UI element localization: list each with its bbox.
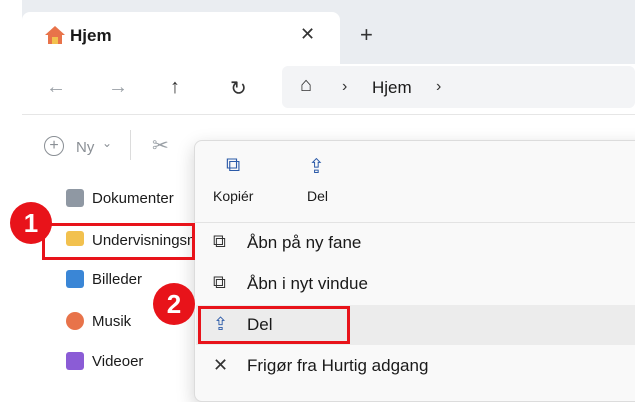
- pictures-icon: [66, 270, 84, 288]
- menu-item-label: Frigør fra Hurtig adgang: [247, 356, 429, 375]
- new-plus-icon[interactable]: +: [44, 136, 64, 156]
- sidebar-item-label: Dokumenter: [92, 190, 174, 207]
- menu-item-label: Åbn på ny fane: [247, 233, 362, 252]
- toolbar-divider: [130, 130, 131, 160]
- new-button-label[interactable]: Ny: [76, 139, 94, 156]
- copy-icon: ⧉: [226, 154, 241, 176]
- breadcrumb-chevron-icon[interactable]: ›: [436, 78, 441, 96]
- new-tab-button[interactable]: +: [360, 24, 373, 46]
- forward-icon[interactable]: →: [108, 76, 128, 99]
- breadcrumb-chevron-icon: ›: [342, 78, 348, 95]
- highlight-box-step-1: [42, 223, 195, 260]
- chevron-down-icon[interactable]: ⌄: [102, 136, 112, 150]
- tab-label: Hjem: [70, 26, 112, 45]
- address-bar[interactable]: [282, 66, 635, 108]
- window-left-edge: [0, 0, 22, 380]
- home-nav-icon[interactable]: ⌂: [300, 74, 312, 97]
- up-icon[interactable]: ↑: [170, 76, 180, 99]
- sidebar-item-label: Billeder: [92, 271, 143, 288]
- menu-item-label: Åbn i nyt vindue: [247, 274, 368, 293]
- videos-icon: [66, 352, 84, 370]
- step-1-badge: 1: [10, 202, 52, 244]
- refresh-icon[interactable]: ↻: [230, 76, 247, 101]
- sidebar-item-label: Musik: [92, 313, 132, 330]
- music-icon: [66, 312, 84, 330]
- back-icon[interactable]: ←: [46, 76, 66, 99]
- cut-icon[interactable]: ✂: [152, 133, 169, 158]
- highlight-box-step-2: [198, 306, 350, 344]
- open-new-window-icon: ⧉: [213, 272, 226, 292]
- breadcrumb-hjem[interactable]: Hjem: [372, 78, 412, 98]
- document-icon: [66, 189, 84, 207]
- step-2-badge: 2: [153, 283, 195, 325]
- copy-label: Kopiér: [213, 188, 254, 204]
- share-icon: ⇪: [308, 156, 325, 178]
- share-label: Del: [307, 188, 329, 204]
- sidebar-item-label: Videoer: [92, 353, 144, 370]
- home-icon: [44, 24, 66, 46]
- open-new-tab-icon: ⧉: [213, 231, 226, 251]
- unpin-icon: ✕: [213, 355, 229, 375]
- close-tab-icon[interactable]: ✕: [300, 24, 315, 45]
